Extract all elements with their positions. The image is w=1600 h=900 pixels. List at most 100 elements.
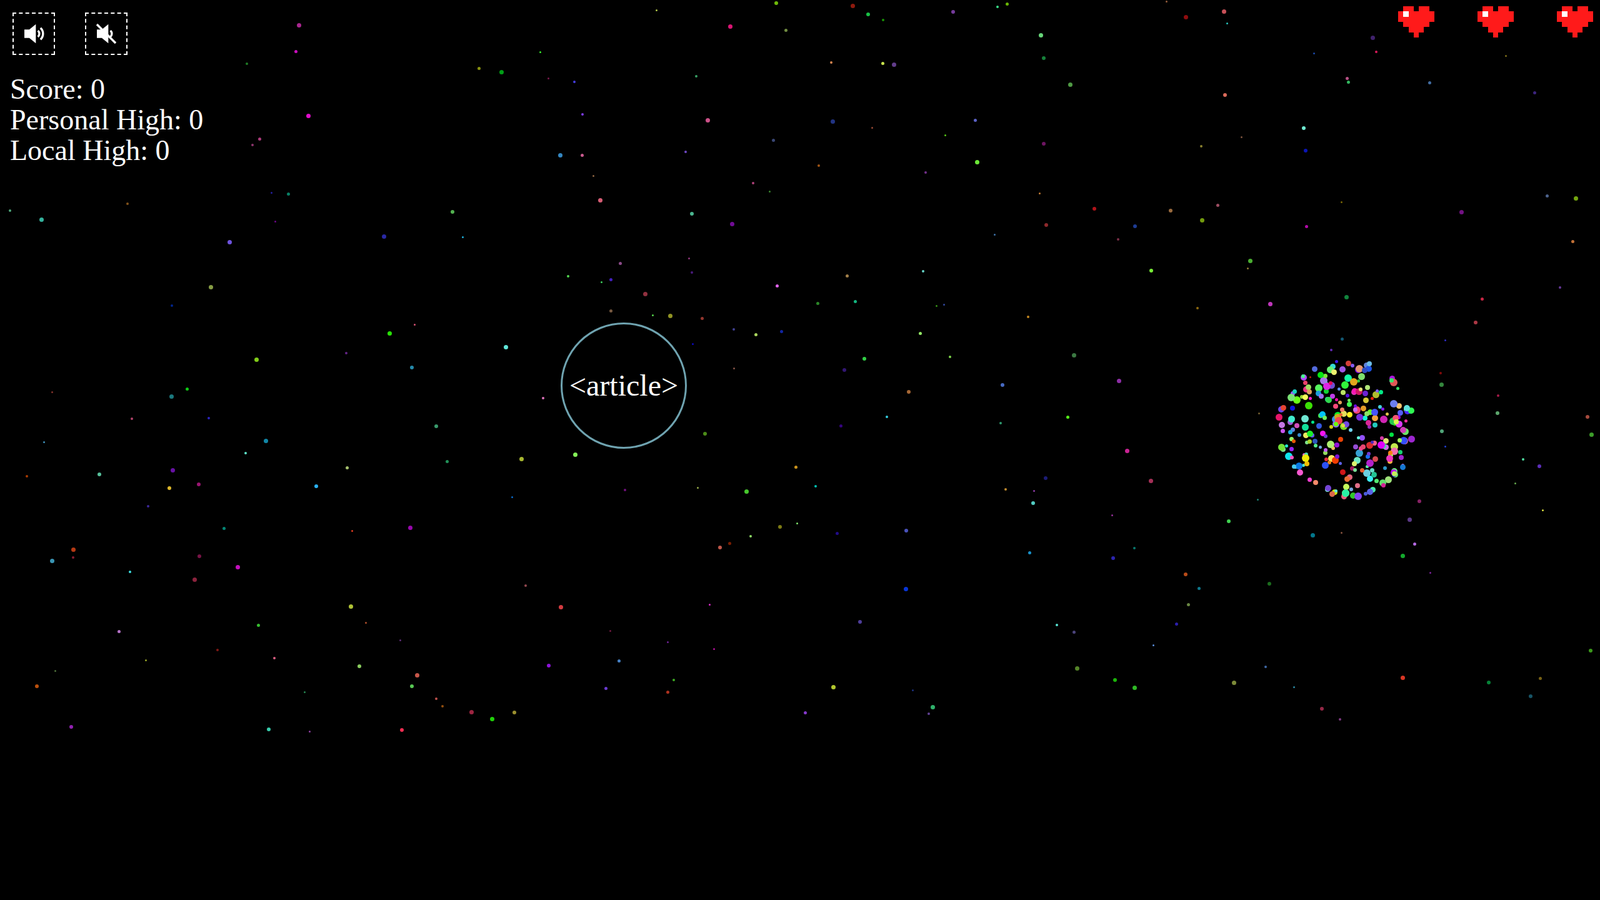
particle bbox=[1316, 423, 1322, 429]
star bbox=[906, 390, 911, 394]
star bbox=[839, 424, 843, 428]
star bbox=[399, 639, 402, 642]
star bbox=[434, 424, 439, 429]
star bbox=[251, 143, 254, 147]
particle bbox=[1354, 492, 1362, 500]
star bbox=[817, 164, 820, 167]
star bbox=[975, 160, 980, 165]
star bbox=[1133, 224, 1137, 229]
particle bbox=[1308, 396, 1312, 400]
sound-off-button[interactable] bbox=[85, 12, 128, 55]
star bbox=[308, 730, 311, 733]
star bbox=[170, 468, 175, 473]
star bbox=[796, 522, 799, 525]
star bbox=[1004, 488, 1007, 491]
heart-icon bbox=[1477, 6, 1514, 38]
star bbox=[1514, 482, 1517, 485]
star bbox=[831, 685, 836, 690]
star bbox=[830, 61, 833, 64]
star bbox=[903, 586, 909, 592]
star bbox=[294, 50, 298, 54]
star bbox=[1375, 50, 1378, 54]
game-canvas[interactable]: Score: 0 Personal High: 0 Local High: 0 … bbox=[0, 0, 1600, 900]
particle bbox=[1307, 477, 1312, 482]
star bbox=[668, 313, 673, 319]
star bbox=[1413, 542, 1417, 546]
star bbox=[558, 153, 563, 158]
particle bbox=[1292, 389, 1297, 394]
star bbox=[274, 220, 277, 223]
star bbox=[1216, 203, 1220, 207]
particle bbox=[1313, 480, 1319, 485]
particle bbox=[1356, 413, 1364, 421]
star bbox=[600, 281, 603, 284]
star bbox=[885, 415, 889, 419]
particle bbox=[1326, 440, 1335, 449]
particle bbox=[1353, 468, 1357, 472]
star bbox=[43, 441, 45, 444]
star bbox=[691, 343, 694, 345]
star bbox=[891, 62, 897, 67]
star bbox=[170, 304, 174, 307]
star bbox=[539, 51, 542, 54]
star bbox=[951, 10, 955, 14]
star bbox=[703, 431, 707, 436]
star bbox=[1041, 56, 1046, 60]
star bbox=[751, 181, 755, 185]
particle bbox=[1372, 422, 1378, 428]
particle bbox=[1358, 373, 1365, 380]
star bbox=[345, 351, 348, 355]
star bbox=[948, 355, 952, 359]
particle bbox=[1370, 440, 1374, 444]
star bbox=[39, 217, 44, 222]
star bbox=[1496, 394, 1500, 397]
star bbox=[672, 678, 675, 682]
star bbox=[303, 691, 306, 694]
star bbox=[592, 175, 595, 177]
particle bbox=[1291, 439, 1296, 444]
particle bbox=[1349, 487, 1354, 492]
particle bbox=[1348, 428, 1353, 432]
star bbox=[1344, 295, 1349, 300]
heart-icon bbox=[1398, 6, 1435, 38]
star bbox=[415, 673, 420, 678]
particle bbox=[1328, 381, 1333, 385]
particle bbox=[1366, 459, 1374, 467]
star bbox=[1571, 240, 1575, 244]
star bbox=[1116, 378, 1122, 384]
star bbox=[227, 240, 232, 245]
star bbox=[581, 113, 584, 116]
particle bbox=[1341, 381, 1349, 389]
star bbox=[1264, 665, 1267, 669]
star bbox=[1459, 210, 1464, 215]
particle bbox=[1385, 476, 1392, 484]
star bbox=[573, 80, 576, 84]
star bbox=[1092, 206, 1097, 211]
star bbox=[477, 66, 481, 70]
target-bubble[interactable]: <article> bbox=[560, 322, 687, 449]
star bbox=[708, 603, 711, 606]
star bbox=[580, 153, 584, 157]
star bbox=[1310, 533, 1315, 538]
star bbox=[1505, 55, 1507, 57]
particle bbox=[1340, 407, 1345, 412]
star bbox=[814, 485, 817, 488]
heart-icon bbox=[1556, 6, 1594, 38]
star bbox=[935, 305, 938, 307]
particle bbox=[1397, 410, 1404, 416]
particle bbox=[1389, 378, 1394, 383]
star bbox=[1240, 136, 1243, 139]
star bbox=[1305, 225, 1309, 229]
star bbox=[862, 356, 867, 361]
particle bbox=[1289, 446, 1294, 452]
star bbox=[128, 570, 132, 574]
star bbox=[145, 659, 147, 662]
star bbox=[713, 648, 715, 650]
star bbox=[519, 456, 524, 462]
star bbox=[690, 211, 694, 216]
star bbox=[1340, 201, 1343, 204]
particle bbox=[1278, 421, 1285, 429]
star bbox=[684, 150, 687, 154]
sound-on-button[interactable] bbox=[12, 12, 55, 55]
star bbox=[1400, 675, 1405, 680]
